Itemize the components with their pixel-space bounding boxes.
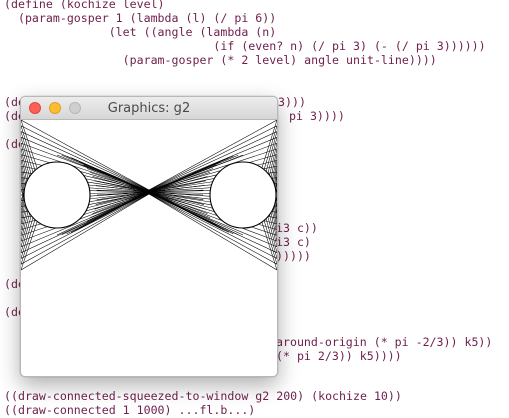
- code-fragment: ))))): [276, 249, 311, 263]
- code-fragment: pi 3)))): [289, 109, 345, 123]
- code-fragment: (* pi 2/3)) k5)))): [276, 349, 402, 363]
- code-line: (param-gosper (* 2 level) angle unit-lin…: [4, 53, 437, 67]
- right-circle: [209, 161, 277, 229]
- code-fragment: i3 c): [276, 235, 311, 249]
- window-titlebar[interactable]: Graphics: g2: [21, 97, 277, 120]
- window-title: Graphics: g2: [107, 101, 191, 116]
- code-line: ((draw-connected 1 1000) ...fl.b...): [4, 403, 256, 417]
- left-circle: [23, 161, 91, 229]
- code-line: (let ((angle (lambda (n): [4, 25, 277, 39]
- graphics-window[interactable]: Graphics: g2: [20, 96, 278, 377]
- graphics-canvas: [21, 120, 277, 271]
- code-line: (if (even? n) (/ pi 3) (- (/ pi 3)))))): [4, 39, 486, 53]
- code-fragment: i3 c)): [276, 221, 318, 235]
- code-fragment: 3))): [278, 95, 306, 109]
- code-fragment: around-origin (* pi -2/3)) k5)): [276, 335, 493, 349]
- code-line: (param-gosper 1 (lambda (l) (/ pi 6)): [4, 11, 277, 25]
- code-line: ((draw-connected-squeezed-to-window g2 2…: [4, 389, 402, 403]
- code-line: (define (kochize level): [4, 0, 165, 11]
